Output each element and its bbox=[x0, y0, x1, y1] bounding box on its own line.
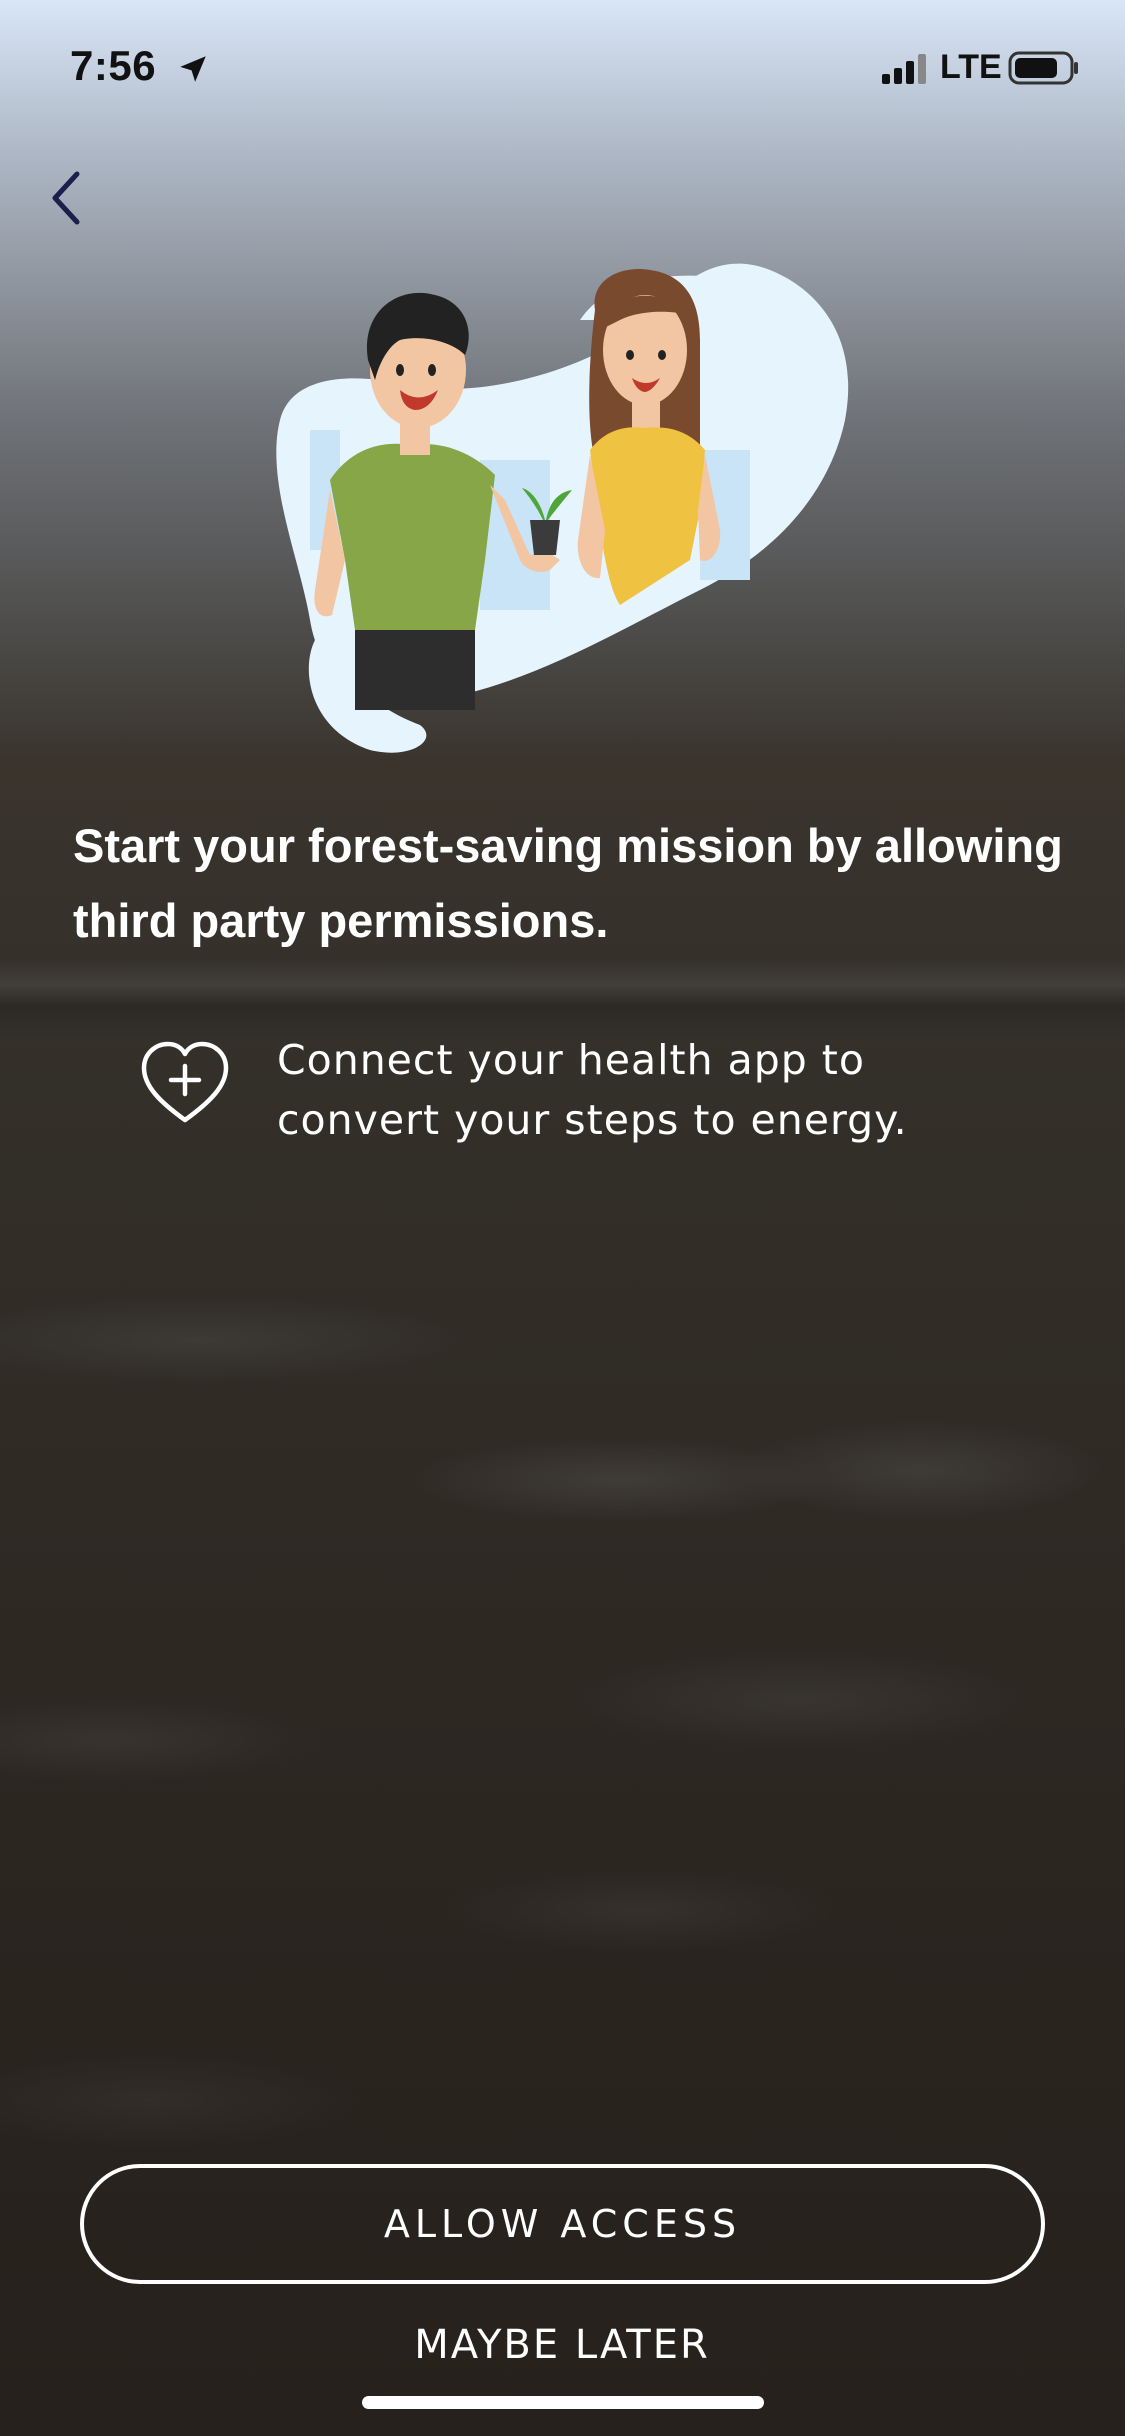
permission-item: Connect your health app to convert your … bbox=[140, 1030, 1040, 1160]
allow-access-button[interactable]: ALLOW ACCESS bbox=[80, 2164, 1045, 2284]
signal-icon bbox=[882, 54, 926, 84]
heart-plus-icon bbox=[141, 1041, 229, 1123]
network-type: LTE bbox=[940, 48, 1002, 86]
status-time: 7:56 bbox=[70, 42, 157, 89]
headline: Start your forest-saving mission by allo… bbox=[73, 819, 1063, 947]
chevron-left-icon bbox=[52, 171, 80, 225]
battery-icon bbox=[1008, 51, 1078, 85]
location-arrow-icon bbox=[180, 56, 206, 82]
maybe-later-button[interactable]: MAYBE LATER bbox=[262, 2315, 862, 2375]
home-indicator[interactable] bbox=[362, 2396, 764, 2409]
permission-description: Connect your health app to convert your … bbox=[277, 1036, 908, 1144]
back-button[interactable] bbox=[30, 160, 100, 236]
people-holding-plant-illustration bbox=[276, 263, 849, 753]
